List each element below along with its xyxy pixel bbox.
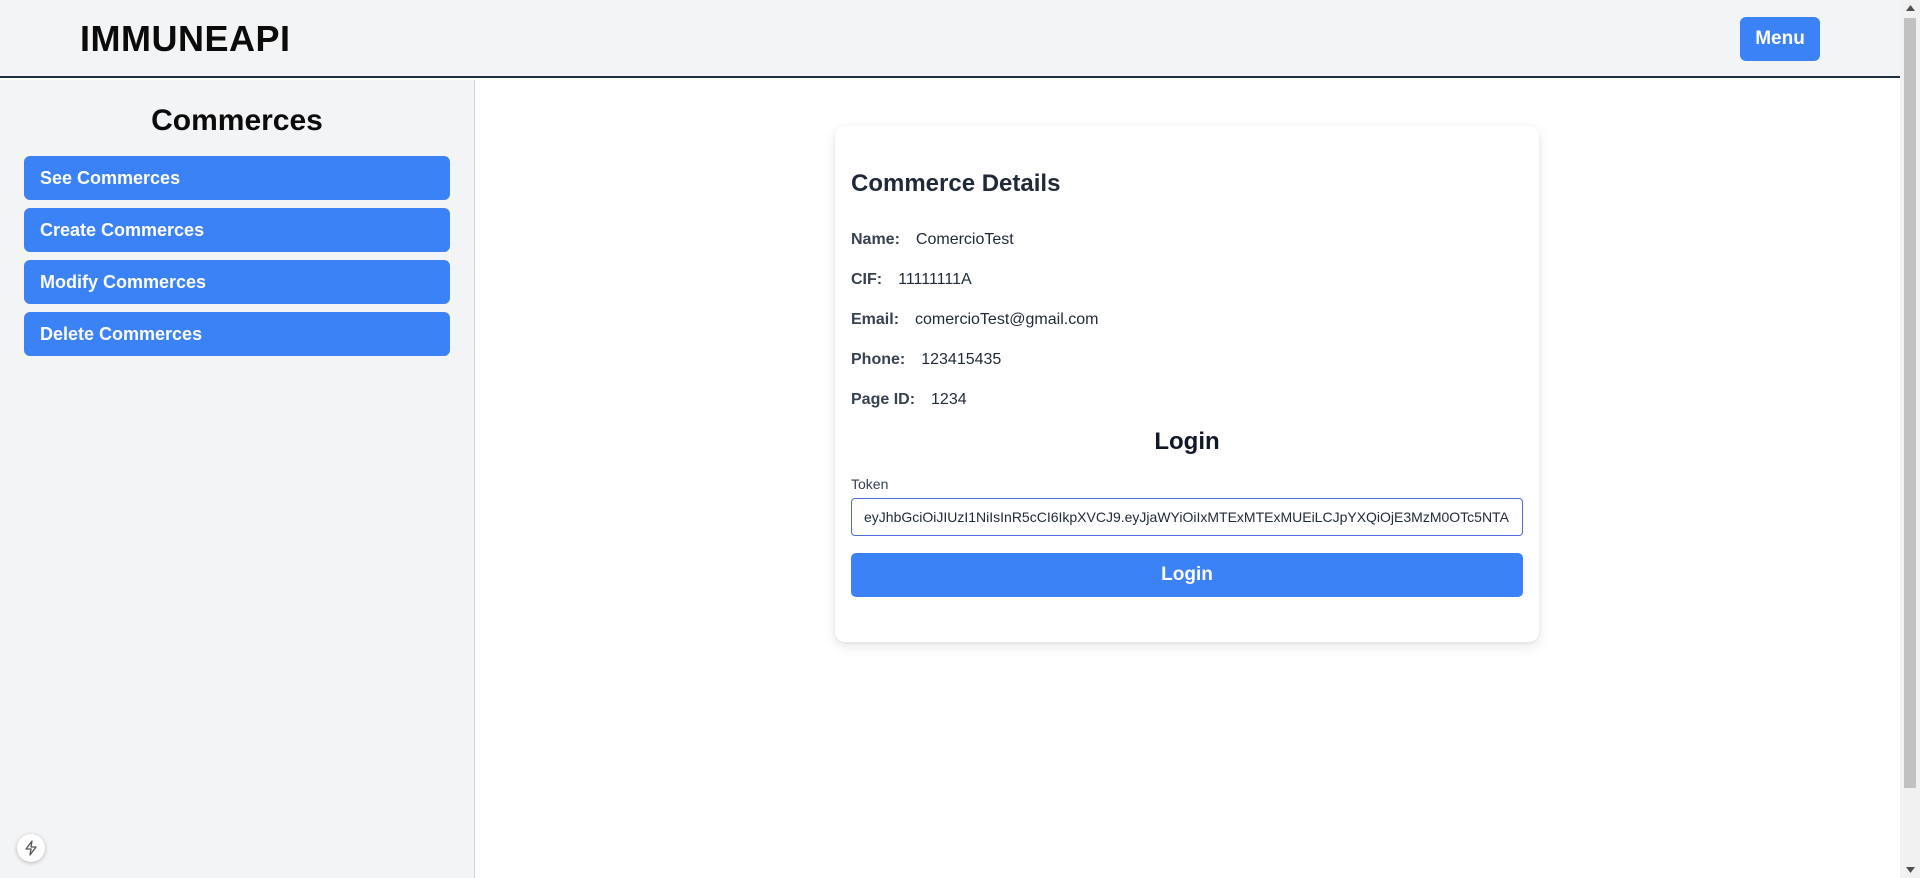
- detail-label: CIF:: [851, 271, 883, 288]
- detail-value: 123415435: [921, 351, 1002, 368]
- bolt-icon: [25, 840, 37, 856]
- brand-title: IMMUNEAPI: [80, 18, 291, 59]
- detail-value: ComercioTest: [915, 231, 1014, 248]
- detail-row-email: Email: comercioTest@gmail.com: [851, 300, 1523, 340]
- top-header: IMMUNEAPI Menu: [0, 0, 1900, 78]
- detail-row-phone: Phone: 123415435: [851, 340, 1523, 380]
- delete-commerces-button[interactable]: Delete Commerces: [24, 312, 450, 356]
- detail-value: 1234: [931, 391, 967, 408]
- sidebar: Commerces See Commerces Create Commerces…: [0, 80, 475, 878]
- modify-commerces-button[interactable]: Modify Commerces: [24, 260, 450, 304]
- detail-row-name: Name: ComercioTest: [851, 220, 1523, 260]
- commerce-details-card: Commerce Details Name: ComercioTest CIF:…: [835, 126, 1539, 642]
- token-label: Token: [851, 476, 889, 492]
- detail-value: 11111111A: [898, 271, 972, 288]
- detail-label: Email:: [851, 311, 900, 328]
- detail-label: Name:: [851, 231, 900, 248]
- scroll-up-arrow-icon[interactable]: [1900, 0, 1920, 16]
- scroll-down-arrow-icon[interactable]: [1900, 862, 1920, 878]
- token-input[interactable]: [851, 498, 1523, 536]
- app-root: IMMUNEAPI Menu Commerces See Commerces C…: [0, 0, 1920, 878]
- detail-label: Phone:: [851, 351, 906, 368]
- page-scrollbar[interactable]: [1900, 0, 1920, 878]
- login-heading: Login: [1154, 428, 1220, 455]
- detail-row-cif: CIF: 11111111A: [851, 260, 1523, 300]
- detail-value: comercioTest@gmail.com: [915, 311, 1099, 328]
- card-title: Commerce Details: [851, 170, 1061, 197]
- create-commerces-button[interactable]: Create Commerces: [24, 208, 450, 252]
- detail-row-page-id: Page ID: 1234: [851, 380, 1523, 420]
- scrollbar-thumb[interactable]: [1904, 18, 1916, 788]
- bolt-badge-button[interactable]: [17, 834, 45, 862]
- see-commerces-button[interactable]: See Commerces: [24, 156, 450, 200]
- detail-label: Page ID:: [851, 391, 916, 408]
- sidebar-title: Commerces: [151, 104, 323, 137]
- login-button[interactable]: Login: [851, 553, 1523, 597]
- menu-button[interactable]: Menu: [1740, 17, 1820, 61]
